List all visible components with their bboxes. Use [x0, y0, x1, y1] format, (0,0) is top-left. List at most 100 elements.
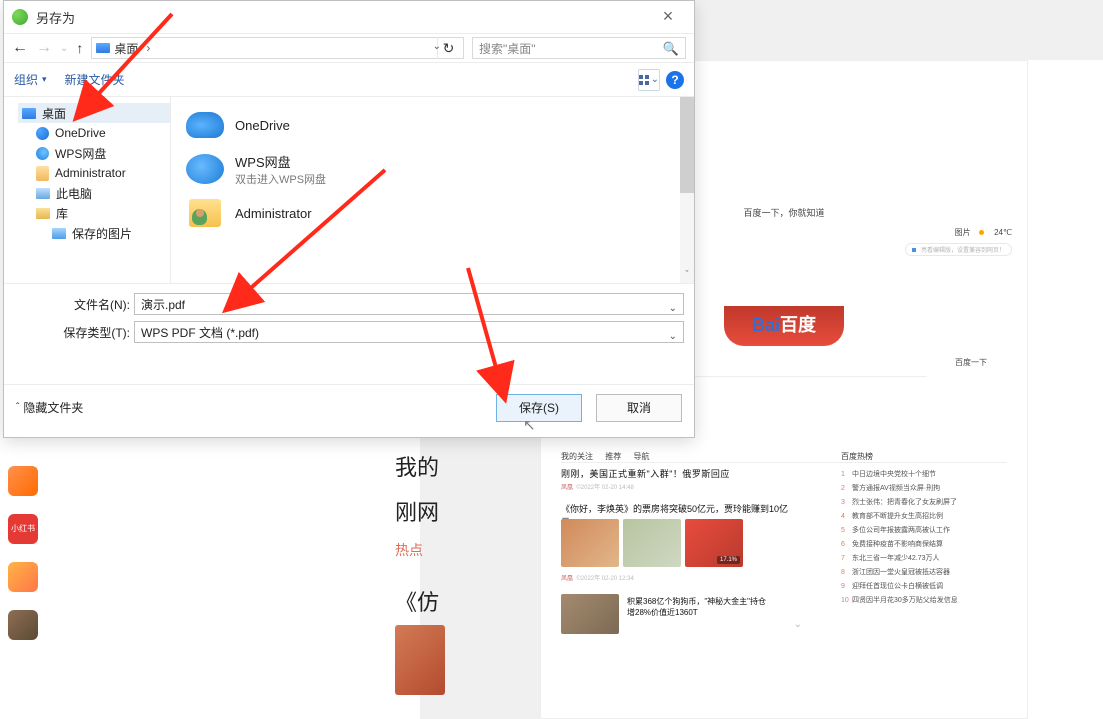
desktop-icon — [22, 108, 36, 119]
tree-item-library[interactable]: 库 — [18, 203, 170, 223]
wps-icon — [36, 147, 49, 160]
news-thumb-small[interactable] — [561, 594, 619, 634]
address-bar-row: ← → ⌄ ↑ 桌面 › ⌄ ↻ 搜索"桌面" 🔍 — [4, 33, 694, 63]
news-thumb[interactable] — [561, 519, 619, 567]
hot-list-title: 百度热榜 — [841, 451, 873, 462]
weather-temp: 24℃ — [994, 228, 1012, 237]
news-headline-1[interactable]: 刚刚，美国正式重新"入群"！俄罗斯回应 — [561, 467, 797, 480]
app-icon[interactable] — [8, 466, 38, 496]
search-input[interactable]: 搜索"桌面" 🔍 — [472, 37, 686, 59]
breadcrumb-bar[interactable]: 桌面 › ⌄ ↻ — [91, 37, 464, 59]
news-thumb[interactable] — [623, 519, 681, 567]
chevron-down-icon[interactable]: ⌄ — [669, 298, 677, 320]
hide-folders-toggle[interactable]: ˆ 隐藏文件夹 — [16, 399, 83, 416]
hot-item[interactable]: 8浙江团因一堂火皇冠被抵达容器 — [841, 567, 950, 577]
desktop-launcher: 小红书 — [8, 466, 44, 658]
hot-item[interactable]: 5多位公司年报披露两高被认工作 — [841, 525, 950, 535]
app-icon[interactable] — [8, 562, 38, 592]
up-button[interactable]: ↑ — [76, 40, 83, 56]
breadcrumb-item[interactable]: 桌面 — [114, 40, 138, 57]
hot-item[interactable]: 6免费接种疫苗不影响商保结算 — [841, 539, 943, 549]
news-thumb[interactable]: 17.1% — [685, 519, 743, 567]
baidu-tabs[interactable]: 我的关注 推荐 导航 — [561, 451, 1007, 463]
list-item-name: WPS网盘 — [235, 152, 326, 171]
folder-icon — [96, 43, 110, 53]
partial-text: 我的 — [395, 450, 439, 482]
view-mode-button[interactable]: ⌄ — [638, 69, 660, 91]
back-button[interactable]: ← — [12, 39, 28, 57]
list-item[interactable]: WPS网盘 双击进入WPS网盘 — [185, 147, 694, 191]
baidu-search-button[interactable]: 百度一下 — [955, 357, 987, 368]
wps-icon — [186, 154, 224, 184]
hot-item[interactable]: 10四贤因半月花30多万贴父给发信息 — [841, 595, 958, 605]
close-button[interactable]: × — [648, 3, 688, 31]
chevron-down-icon[interactable]: ⌄ — [794, 619, 802, 630]
breadcrumb-dropdown-icon[interactable]: ⌄ — [433, 41, 441, 52]
help-button[interactable]: ? — [666, 71, 684, 89]
tab-item[interactable]: 导航 — [633, 452, 649, 461]
baidu-nav-link[interactable]: 图片 — [955, 228, 971, 237]
search-icon[interactable]: 🔍 — [663, 41, 679, 57]
scroll-down-icon[interactable]: ˇ — [680, 269, 694, 283]
tree-item-thispc[interactable]: 此电脑 — [18, 183, 170, 203]
chevron-right-icon[interactable]: › — [146, 41, 150, 55]
filename-value: 演示.pdf — [141, 298, 185, 312]
tree-label: 库 — [56, 205, 68, 222]
tab-item[interactable]: 推荐 — [605, 452, 621, 461]
tree-item-admin[interactable]: Administrator — [18, 163, 170, 183]
filename-row: 文件名(N): 演示.pdf ⌄ — [4, 290, 684, 318]
tree-label: 桌面 — [42, 105, 66, 122]
save-button[interactable]: 保存(S) — [496, 394, 582, 422]
user-icon — [36, 166, 49, 181]
forward-button[interactable]: → — [36, 39, 52, 57]
app-icon[interactable]: 小红书 — [8, 514, 38, 544]
news-sub-1: 凤凰 ©2022年 02-20 14:48 — [561, 482, 634, 491]
nav-tree[interactable]: 桌面 OneDrive WPS网盘 Administrator 此电脑 库 — [4, 97, 171, 283]
scrollbar[interactable]: ˆ ˇ — [680, 97, 694, 283]
filename-input[interactable]: 演示.pdf ⌄ — [134, 293, 684, 315]
baidu-announce: 亮看编辑版，设置兼容到网页！ — [905, 243, 1012, 256]
tab-item[interactable]: 我的关注 — [561, 452, 593, 461]
filetype-select[interactable]: WPS PDF 文档 (*.pdf) ⌄ — [134, 321, 684, 343]
dialog-body: 桌面 OneDrive WPS网盘 Administrator 此电脑 库 — [4, 97, 694, 283]
hot-item[interactable]: 4教育部不断提升女生高招比例 — [841, 511, 943, 521]
list-item-sub: 双击进入WPS网盘 — [235, 171, 326, 187]
tree-item-wps[interactable]: WPS网盘 — [18, 143, 170, 163]
hot-item[interactable]: 2警方通报AV视频当众屏·刑拘 — [841, 483, 940, 493]
partial-text: 热点 — [395, 540, 423, 560]
chevron-up-icon: ˆ — [16, 402, 19, 413]
list-item[interactable]: OneDrive — [185, 103, 694, 147]
list-item[interactable]: Administrator — [185, 191, 694, 235]
pictures-icon — [52, 228, 66, 239]
tree-label: 此电脑 — [56, 185, 92, 202]
app-icon — [12, 9, 28, 25]
news-headline-3[interactable]: 积累368亿个狗狗币，"神秘大金主"持仓 增28%价值近1360T — [627, 596, 797, 618]
list-item-name: Administrator — [235, 206, 312, 221]
hot-item[interactable]: 9迎拜任首现位公卡白横被低调 — [841, 581, 943, 591]
list-item-name: OneDrive — [235, 118, 290, 133]
tree-item-savedpics[interactable]: 保存的图片 — [18, 223, 170, 243]
tree-item-onedrive[interactable]: OneDrive — [18, 123, 170, 143]
save-as-dialog: 另存为 × ← → ⌄ ↑ 桌面 › ⌄ ↻ 搜索"桌面" 🔍 组织▾ 新建文件… — [3, 0, 695, 438]
pc-icon — [36, 188, 50, 199]
announce-text: 亮看编辑版，设置兼容到网页！ — [921, 248, 1005, 254]
tree-item-desktop[interactable]: 桌面 — [18, 103, 170, 123]
scroll-thumb[interactable] — [680, 97, 694, 193]
filetype-label: 保存类型(T): — [4, 324, 134, 341]
cancel-button[interactable]: 取消 — [596, 394, 682, 422]
news-sub-2: 凤凰 ©2022年 02-20 12:34 — [561, 573, 634, 582]
weather-icon — [979, 230, 984, 235]
tree-label: OneDrive — [55, 126, 106, 140]
file-list[interactable]: OneDrive WPS网盘 双击进入WPS网盘 Administrator ˆ… — [171, 97, 694, 283]
hot-item[interactable]: 3烈士张伟：把青春化了女友刷屏了 — [841, 497, 957, 507]
hot-item[interactable]: 1中日边境中央党校十个细节 — [841, 469, 936, 479]
titlebar[interactable]: 另存为 × — [4, 1, 694, 33]
thumb-row: 17.1% — [561, 519, 743, 567]
new-folder-button[interactable]: 新建文件夹 — [65, 71, 125, 88]
chevron-down-icon[interactable]: ⌄ — [669, 326, 677, 348]
library-icon — [36, 208, 50, 219]
hot-item[interactable]: 7东北三省一年减少42.73万人 — [841, 553, 940, 563]
app-icon[interactable] — [8, 610, 38, 640]
filename-label: 文件名(N): — [4, 296, 134, 313]
organize-menu[interactable]: 组织▾ — [14, 71, 47, 88]
